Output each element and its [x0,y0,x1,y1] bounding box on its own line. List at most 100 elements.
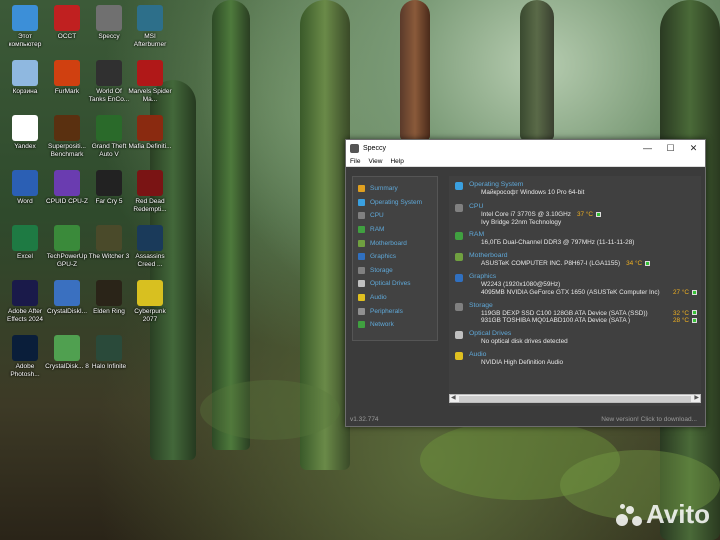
desktop-shortcut[interactable]: Cyberpunk 2077 [128,280,172,323]
windows-icon [358,198,365,206]
scrollbar-thumb[interactable] [459,396,691,402]
audio-icon [358,294,365,302]
desktop-shortcut-label: FurMark [54,88,80,95]
desktop-shortcut[interactable]: CPUID CPU-Z [45,170,89,206]
speccy-app-icon [350,143,359,153]
temperature-graph-icon[interactable] [645,261,651,266]
detail-text: No optical disk drives detected [481,338,568,346]
desktop-shortcut[interactable]: Корзина [3,60,47,96]
section-cpu: CPU Intel Core i7 3770S @ 3.10GHz 37 °C Ivy… [449,203,701,227]
desktop-shortcut[interactable]: CrystalDisk... 8 [45,335,89,371]
desktop-shortcut[interactable]: World Of Tanks EnCo... [87,60,131,103]
desktop-shortcut[interactable]: Marvels Spider Ma... [128,60,172,103]
section-detail-line: Intel Core i7 3770S @ 3.10GHz 37 °C [469,211,701,219]
sidebar-item-label: Peripherals [370,307,403,315]
sidebar-item-audio[interactable]: Audio [353,291,437,305]
desktop-shortcut[interactable]: Assassins Creed ... [128,225,172,268]
desktop-shortcut-label: Yandex [14,143,36,150]
sidebar-item-storage[interactable]: Storage [353,264,437,278]
desktop-shortcut[interactable]: Grand Theft Auto V [87,115,131,158]
temperature-graph-icon[interactable] [692,318,697,324]
minimize-icon[interactable]: — [636,143,659,154]
sidebar-item-motherboard[interactable]: Motherboard [353,236,437,250]
sidebar-item-peripherals[interactable]: Peripherals [353,304,437,318]
desktop-shortcut[interactable]: MSI Afterburner [128,5,172,48]
desktop-shortcut-label: Grand Theft Auto V [91,143,127,158]
desktop-shortcut[interactable]: Speccy [87,5,131,41]
section-heading[interactable]: Optical Drives [469,330,701,337]
sidebar-item-cpu[interactable]: CPU [353,209,437,223]
sidebar-item-optical-drives[interactable]: Optical Drives [353,277,437,291]
scroll-left-icon[interactable]: ◀ [451,394,456,401]
horizontal-scrollbar[interactable]: ◀ ▶ [449,394,701,403]
desktop-shortcut[interactable]: Far Cry 5 [87,170,131,206]
desktop-shortcut-label: Excel [17,253,33,260]
maximize-icon[interactable]: ☐ [659,143,682,154]
section-detail-line: No optical disk drives detected [469,338,701,346]
desktop-shortcut[interactable]: Halo Infinite [87,335,131,371]
crystaldiskinfo-icon [54,280,80,306]
windows-icon [455,182,463,190]
temperature-graph-icon[interactable] [692,310,697,316]
occt-icon [54,5,80,31]
desktop-shortcut[interactable]: Excel [3,225,47,261]
detail-text: W2243 (1920x1080@59Hz) [481,280,561,288]
sidebar-item-graphics[interactable]: Graphics [353,250,437,264]
temperature-graph-icon[interactable] [596,211,602,217]
desktop-shortcut-label: Adobe After Effects 2024 [6,308,44,323]
sidebar-item-ram[interactable]: RAM [353,223,437,237]
desktop-shortcut[interactable]: Adobe Photosh... [3,335,47,378]
desktop-shortcut[interactable]: CrystalDiskI... [45,280,89,316]
desktop-shortcut[interactable]: Word [3,170,47,206]
menu-help[interactable]: Help [390,158,403,165]
recycle-bin-icon [12,60,38,86]
sidebar-item-network[interactable]: Network [353,318,437,332]
section-ram: RAM 16,0ГБ Dual-Channel DDR3 @ 797MHz (11… [449,231,701,247]
desktop-shortcut[interactable]: Superpositi... Benchmark [45,115,89,158]
desktop-shortcut-label: Superpositi... Benchmark [48,143,86,158]
desktop-shortcut[interactable]: Yandex [3,115,47,151]
spider-man-icon [137,60,163,86]
section-detail-line: ASUSTeK COMPUTER INC. P8H67-I (LGA1155) 3… [469,260,701,268]
section-heading[interactable]: RAM [469,231,701,238]
section-detail-line: Майкрософт Windows 10 Pro 64-bit [469,189,701,197]
menu-view[interactable]: View [368,158,382,165]
section-heading[interactable]: Motherboard [469,252,701,259]
detail-text: Ivy Bridge 22nm Technology [481,218,562,226]
desktop-shortcut[interactable]: Этот компьютер [3,5,47,48]
elden-ring-icon [96,280,122,306]
close-icon[interactable]: ✕ [682,143,705,154]
title-bar[interactable]: Speccy — ☐ ✕ [346,140,705,156]
scroll-right-icon[interactable]: ▶ [694,394,699,401]
window-title: Speccy [363,144,386,152]
menu-file[interactable]: File [350,158,360,165]
witcher-3-icon [96,225,122,251]
temperature-graph-icon[interactable] [692,289,697,295]
desktop-shortcut[interactable]: TechPowerUp GPU-Z [45,225,89,268]
section-optical-drives: Optical Drives No optical disk drives det… [449,330,701,346]
desktop-shortcut[interactable]: OCCT [45,5,89,41]
desktop-shortcut[interactable]: Mafia Definiti... [128,115,172,151]
world-of-tanks-icon [96,60,122,86]
gpu-z-icon [54,225,80,251]
update-link[interactable]: New version! Click to download... [601,416,697,423]
optical-drive-icon [455,331,463,340]
section-heading[interactable]: Audio [469,351,701,358]
section-heading[interactable]: Storage [469,302,701,309]
halo-icon [96,335,122,361]
temperature-value: 32 °C [672,309,689,317]
sidebar-item-summary[interactable]: Summary [353,182,437,196]
desktop-shortcut-label: Speccy [98,33,120,40]
desktop-shortcut[interactable]: Elden Ring [87,280,131,316]
desktop-shortcut-label: Elden Ring [93,308,125,315]
storage-icon [455,302,463,311]
section-heading[interactable]: Graphics [469,273,701,280]
section-heading[interactable]: Operating System [469,181,701,188]
desktop-shortcut[interactable]: Red Dead Redempti... [128,170,172,213]
sidebar-item-operating-system[interactable]: Operating System [353,196,437,210]
superposition-icon [54,115,80,141]
desktop-shortcut[interactable]: The Witcher 3 [87,225,131,261]
section-heading[interactable]: CPU [469,203,701,210]
desktop-shortcut[interactable]: Adobe After Effects 2024 [3,280,47,323]
desktop-shortcut[interactable]: FurMark [45,60,89,96]
